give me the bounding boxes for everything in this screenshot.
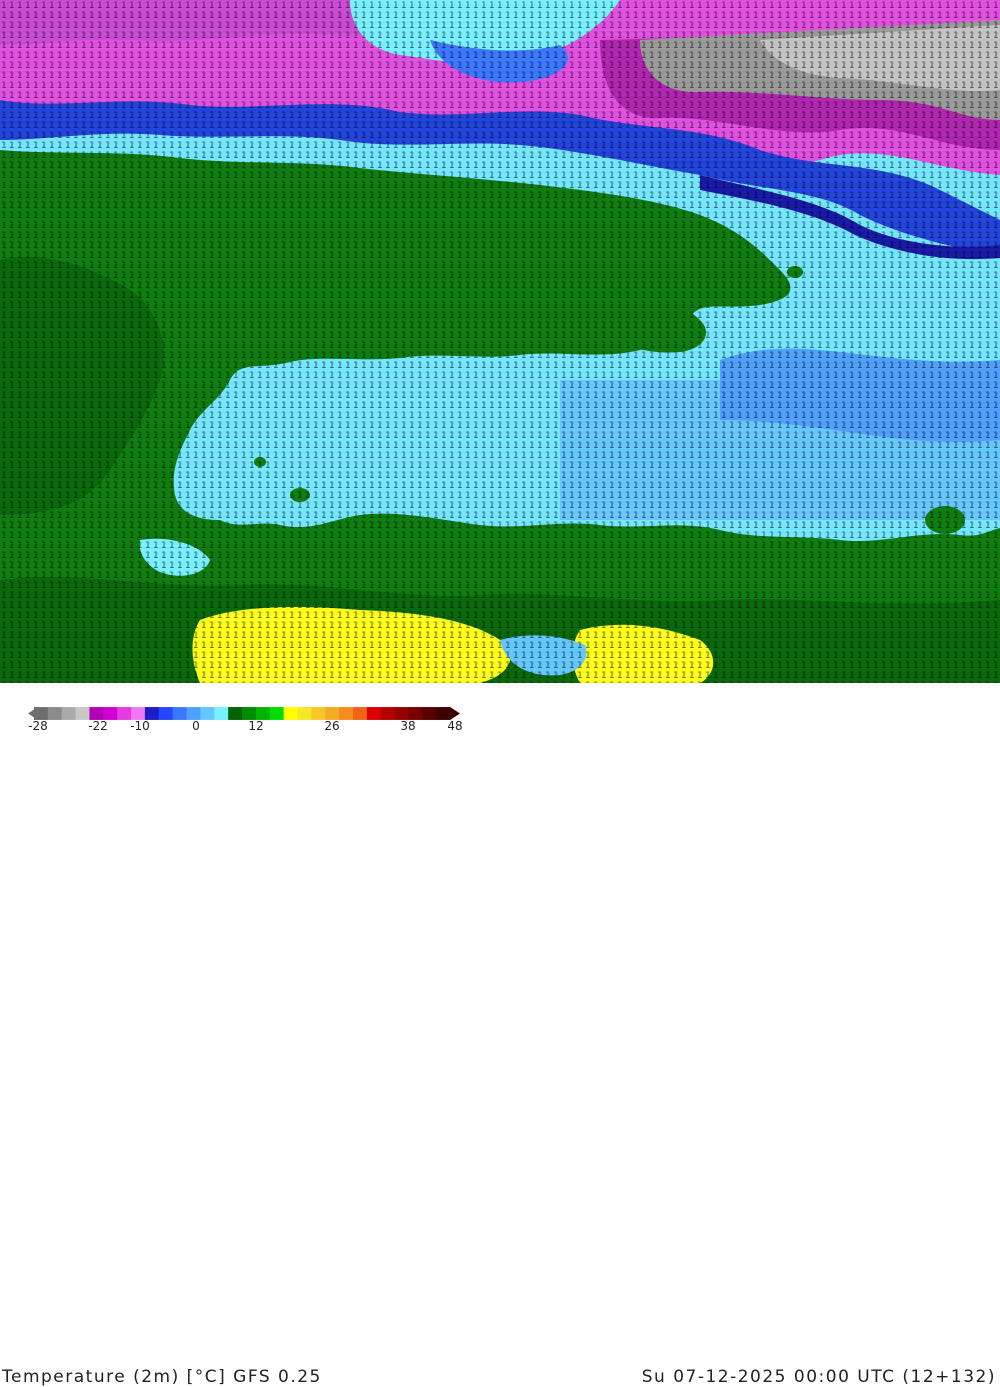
colorbar-segment: [61, 707, 77, 720]
colorbar-tick-3: 0: [192, 719, 200, 733]
colorbar-segment: [352, 707, 368, 720]
colorbar-segment: [283, 707, 298, 720]
colorbar-segment: [158, 707, 174, 720]
colorbar-segment: [47, 707, 63, 720]
colorbar-segment: [200, 707, 215, 720]
digit-overlay-2: [4, 5, 1000, 683]
colorbar-arrow-right: [450, 707, 460, 720]
colorbar-segment: [228, 707, 243, 720]
colorbar-segment: [366, 707, 382, 720]
colorbar-segment: [131, 707, 146, 720]
colorbar-tick-4: 12: [248, 719, 264, 733]
colorbar-tick-0: -28: [28, 719, 48, 733]
colorbar-segment: [269, 707, 285, 720]
colorbar-segment: [297, 707, 312, 720]
colorbar-segment: [103, 707, 118, 720]
colorbar-tick-6: 38: [400, 719, 416, 733]
colorbar-segment: [339, 707, 354, 720]
colorbar-segment: [214, 707, 229, 720]
temperature-map: 1 2: [0, 0, 1000, 683]
colorbar-tick-1: -22: [88, 719, 108, 733]
colorbar-segment: [144, 707, 160, 720]
colorbar-segment: [422, 707, 437, 720]
colorbar-segment: [380, 707, 396, 720]
colorbar-segment: [117, 707, 132, 720]
colorbar-segment: [408, 707, 423, 720]
colorbar-segment: [33, 707, 49, 720]
colorbar-segment: [186, 707, 201, 720]
colorbar-tick-7: 48: [447, 719, 463, 733]
colorbar-segment: [172, 707, 188, 720]
colorbar-segment: [394, 707, 409, 720]
colorbar-segment: [436, 707, 451, 720]
colorbar-segment: [255, 707, 271, 720]
colorbar-segment: [75, 707, 90, 720]
colorbar-segment: [311, 707, 326, 720]
colorbar-segment: [242, 707, 257, 720]
colorbar-tick-2: -10: [130, 719, 150, 733]
colorbar-segment: [325, 707, 340, 720]
map-title-right: Su 07-12-2025 00:00 UTC (12+132): [641, 1367, 996, 1387]
colorbar-segment: [89, 707, 104, 720]
map-title-left: Temperature (2m) [°C] GFS 0.25: [2, 1367, 322, 1387]
colorbar-tick-5: 26: [324, 719, 340, 733]
